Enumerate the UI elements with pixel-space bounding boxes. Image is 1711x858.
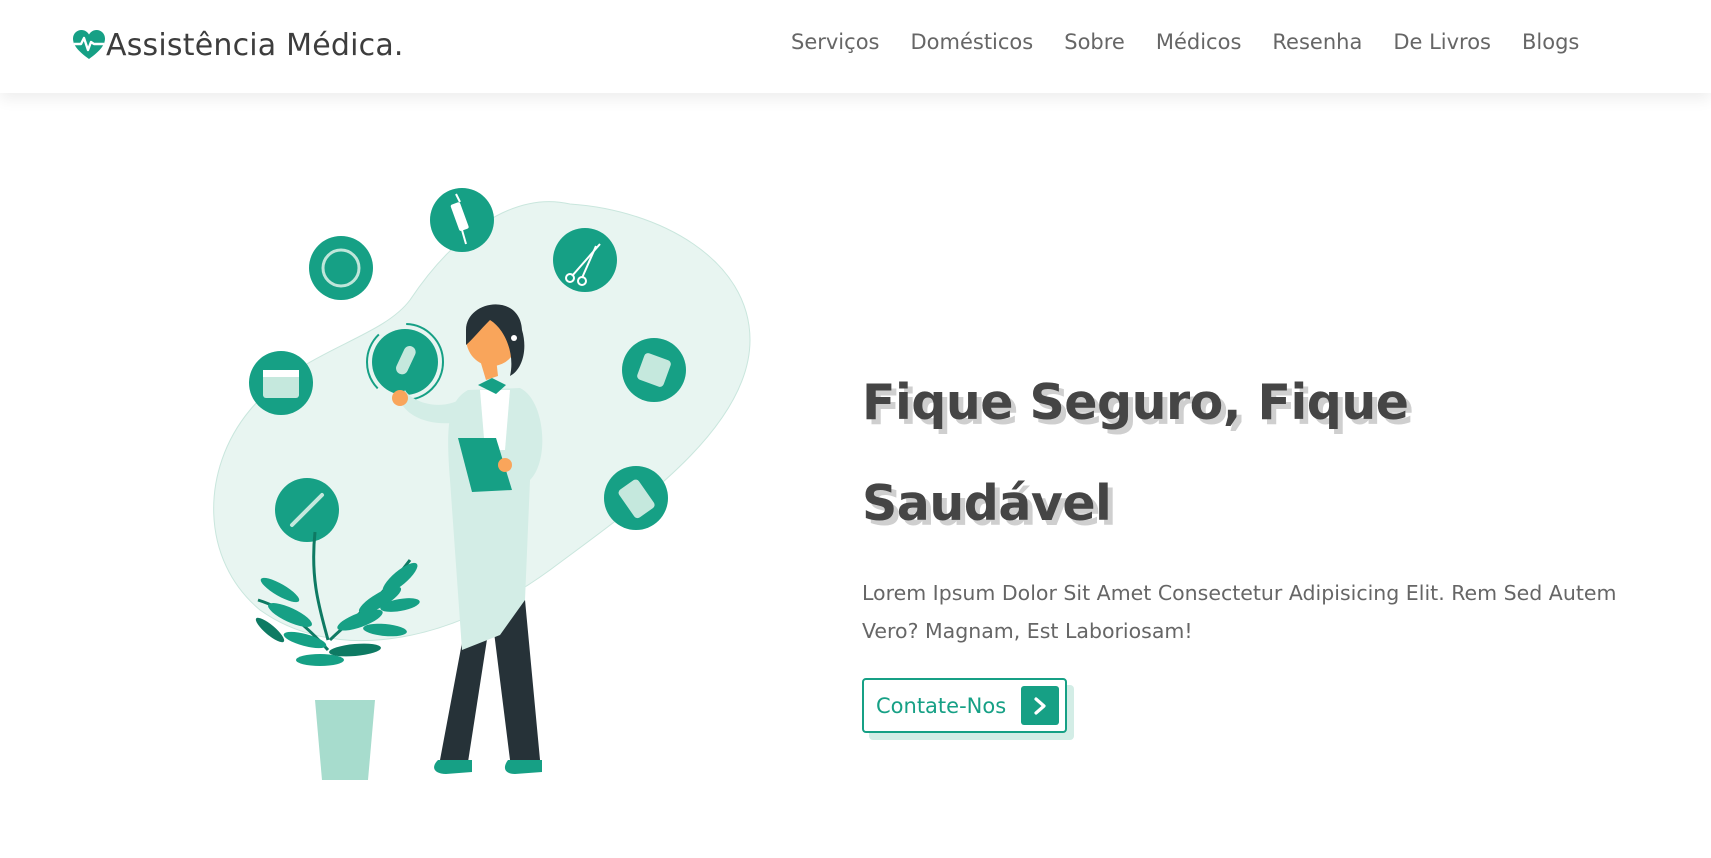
hero-description: Lorem Ipsum Dolor Sit Amet Consectetur A… <box>862 581 1617 643</box>
chevron-right-icon <box>1021 686 1059 725</box>
ring-icon <box>309 236 373 300</box>
nav-item-servicos[interactable]: Serviços <box>791 30 879 54</box>
nav-item-medicos[interactable]: Médicos <box>1156 30 1242 54</box>
nav-item-sobre[interactable]: Sobre <box>1064 30 1125 54</box>
heartbeat-icon <box>72 29 106 61</box>
hero-title-line1: Fique Seguro, Fique <box>862 374 1409 431</box>
contact-button[interactable]: Contate-Nos <box>862 678 1067 733</box>
cta-wrapper: Contate-Nos <box>862 678 1082 740</box>
calendar-icon <box>249 351 313 415</box>
hero-title-line2: Saudável <box>862 475 1112 532</box>
nav-item-de-livros[interactable]: De Livros <box>1393 30 1491 54</box>
hero-title: Fique Seguro, Fique Saudável <box>862 352 1662 554</box>
hero-illustration <box>210 180 770 790</box>
nav-item-blogs[interactable]: Blogs <box>1522 30 1579 54</box>
hero-section: Fique Seguro, Fique Saudável Lorem Ipsum… <box>862 352 1662 740</box>
contact-button-label: Contate-Nos <box>876 693 1007 718</box>
logo-text: Assistência Médica. <box>106 27 404 63</box>
main-nav: Serviços Domésticos Sobre Médicos Resenh… <box>791 30 1610 54</box>
bandage-icon <box>622 338 686 402</box>
scissors-icon <box>553 228 617 292</box>
syringe-icon <box>430 188 494 252</box>
nav-item-resenha[interactable]: Resenha <box>1272 30 1362 54</box>
pill-blister-icon <box>604 466 668 530</box>
thermometer-icon <box>275 478 339 542</box>
site-header: Assistência Médica. Serviços Domésticos … <box>0 0 1711 93</box>
logo-link[interactable]: Assistência Médica. <box>72 27 404 63</box>
nav-item-domesticos[interactable]: Domésticos <box>910 30 1033 54</box>
